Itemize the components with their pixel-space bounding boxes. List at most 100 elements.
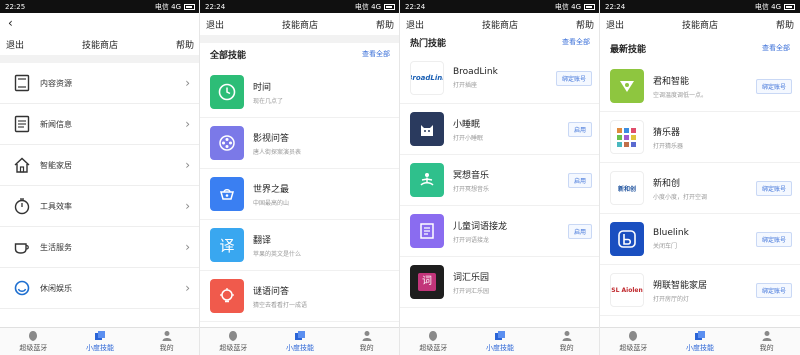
tab-label: 超级蓝牙 bbox=[19, 344, 48, 352]
tab-bluetooth[interactable]: 超级蓝牙 bbox=[0, 328, 67, 355]
skill-item[interactable]: 新和创 新和创 小度小度，打开空调 绑定账号 bbox=[600, 163, 800, 214]
tab-bluetooth[interactable]: 超级蓝牙 bbox=[400, 328, 467, 355]
divider bbox=[0, 55, 199, 63]
enable-button[interactable]: 启用 bbox=[567, 121, 592, 137]
exit-button[interactable]: 退出 bbox=[406, 18, 424, 31]
skill-item[interactable]: Bluelink 关闭车门 绑定账号 bbox=[600, 214, 800, 265]
bind-account-button[interactable]: 绑定账号 bbox=[755, 282, 792, 298]
category-item-content[interactable]: 内容资源 › bbox=[0, 63, 199, 104]
skill-item[interactable]: 时间 现在几点了 bbox=[200, 67, 399, 118]
skill-name: BroadLink bbox=[453, 67, 498, 77]
skill-desc: 打开插座 bbox=[453, 82, 478, 89]
skill-item[interactable]: 儿童词语接龙 打开词语接龙 启用 bbox=[400, 206, 599, 257]
film-reel-icon bbox=[210, 126, 244, 160]
category-list: 内容资源 › 新闻信息 › 智能家居 › 工具效率 › 生活服务 › 休闲娱乐 … bbox=[0, 63, 199, 309]
category-item-tools[interactable]: 工具效率 › bbox=[0, 186, 199, 227]
skill-desc: 打开猜乐器 bbox=[653, 142, 684, 150]
vocab-icon: 词 bbox=[410, 265, 444, 299]
cup-icon bbox=[12, 237, 32, 257]
status-time: 22:25 bbox=[5, 2, 26, 11]
bind-account-button[interactable]: 绑定账号 bbox=[555, 70, 592, 86]
category-label: 休闲娱乐 bbox=[40, 283, 72, 293]
skill-item[interactable]: 影视问答 唐人街探案演员表 bbox=[200, 118, 399, 169]
category-label: 新闻信息 bbox=[40, 119, 72, 129]
status-time: 22:24 bbox=[605, 2, 626, 11]
page-title: 技能商店 bbox=[481, 20, 518, 31]
vocab-icon-glyph: 词 bbox=[418, 273, 436, 291]
section-header: 最新技能 查看全部 bbox=[600, 37, 800, 59]
skills-icon bbox=[295, 331, 305, 340]
skill-desc: 小度小度，打开空调 bbox=[653, 193, 708, 201]
page-title: 技能商店 bbox=[81, 40, 118, 51]
status-time: 22:24 bbox=[405, 2, 426, 11]
skill-item[interactable]: 谜语问答 猜空去看看打一成语 bbox=[200, 271, 399, 322]
view-all-link[interactable]: 查看全部 bbox=[562, 37, 590, 47]
cat-icon bbox=[410, 112, 444, 146]
page-title: 技能商店 bbox=[281, 20, 318, 31]
bind-account-button[interactable]: 绑定账号 bbox=[755, 231, 792, 247]
section-title: 最新技能 bbox=[610, 44, 647, 55]
profile-icon bbox=[762, 331, 772, 341]
bluetooth-icon bbox=[29, 331, 38, 341]
skill-list: 君和智能 空调温度调低一点。 绑定账号 猜乐器 打开猜乐器 新和创 新和创 小度小度，… bbox=[600, 61, 800, 316]
bind-account-button[interactable]: 绑定账号 bbox=[755, 78, 792, 94]
tab-label: 我的 bbox=[559, 344, 574, 352]
category-label: 内容资源 bbox=[40, 78, 72, 88]
page-header: 退出 技能商店 帮助 bbox=[600, 13, 800, 35]
tab-bluetooth[interactable]: 超级蓝牙 bbox=[600, 328, 667, 355]
tab-skills[interactable]: 小度技能 bbox=[667, 328, 734, 355]
view-all-link[interactable]: 查看全部 bbox=[362, 49, 390, 59]
skill-name: 猜乐器 bbox=[653, 127, 681, 138]
skill-item[interactable]: 词 词汇乐园 打开词汇乐园 bbox=[400, 257, 599, 308]
bluetooth-icon bbox=[629, 331, 638, 341]
skill-name: 影视问答 bbox=[253, 133, 290, 144]
battery-icon bbox=[184, 3, 195, 10]
xinhechuang-logo-icon: 新和创 bbox=[610, 171, 644, 205]
tab-label: 超级蓝牙 bbox=[619, 344, 648, 352]
skill-desc: 打开冥想音乐 bbox=[453, 185, 490, 193]
view-all-link[interactable]: 查看全部 bbox=[762, 43, 790, 53]
category-item-smart-home[interactable]: 智能家居 › bbox=[0, 145, 199, 186]
tab-skills[interactable]: 小度技能 bbox=[67, 328, 134, 355]
skill-item[interactable]: 冥想音乐 打开冥想音乐 启用 bbox=[400, 155, 599, 206]
tab-skills[interactable]: 小度技能 bbox=[267, 328, 334, 355]
page-title: 技能商店 bbox=[681, 20, 718, 31]
help-button[interactable]: 帮助 bbox=[776, 18, 794, 31]
skill-item[interactable]: 译 翻译 苹果的英文是什么 bbox=[200, 220, 399, 271]
profile-icon bbox=[362, 331, 372, 341]
help-button[interactable]: 帮助 bbox=[576, 18, 594, 31]
enable-button[interactable]: 启用 bbox=[567, 172, 592, 188]
profile-icon bbox=[562, 331, 572, 341]
tab-skills[interactable]: 小度技能 bbox=[467, 328, 534, 355]
exit-button[interactable]: 退出 bbox=[6, 38, 24, 51]
tab-label: 我的 bbox=[359, 344, 374, 352]
tab-profile[interactable]: 我的 bbox=[133, 328, 199, 355]
tab-bluetooth[interactable]: 超级蓝牙 bbox=[200, 328, 267, 355]
skill-name: 小睡眠 bbox=[453, 119, 481, 130]
skill-item[interactable]: 猜乐器 打开猜乐器 bbox=[600, 112, 800, 163]
skill-item[interactable]: 君和智能 空调温度调低一点。 绑定账号 bbox=[600, 61, 800, 112]
bluelink-logo-icon bbox=[610, 222, 644, 256]
category-item-leisure[interactable]: 休闲娱乐 › bbox=[0, 268, 199, 309]
exit-button[interactable]: 退出 bbox=[206, 18, 224, 31]
skill-item[interactable]: BroadLink BroadLink 打开插座 绑定账号 bbox=[400, 53, 599, 104]
skill-item[interactable]: 世界之最 中国最高的山 bbox=[200, 169, 399, 220]
skill-item[interactable]: 小睡眠 打开小睡眠 启用 bbox=[400, 104, 599, 155]
skill-name: 君和智能 bbox=[653, 76, 690, 87]
enable-button[interactable]: 启用 bbox=[567, 223, 592, 239]
tab-profile[interactable]: 我的 bbox=[533, 328, 599, 355]
skill-item[interactable]: SL Aiolen 朔联智能家居 打开房厅的灯 绑定账号 bbox=[600, 265, 800, 316]
exit-button[interactable]: 退出 bbox=[606, 18, 624, 31]
bluetooth-icon bbox=[229, 331, 238, 341]
bind-account-button[interactable]: 绑定账号 bbox=[755, 180, 792, 196]
help-button[interactable]: 帮助 bbox=[176, 38, 194, 51]
status-bar: 22:24 电信 4G bbox=[600, 0, 800, 13]
category-item-news[interactable]: 新闻信息 › bbox=[0, 104, 199, 145]
help-button[interactable]: 帮助 bbox=[376, 18, 394, 31]
category-item-life[interactable]: 生活服务 › bbox=[0, 227, 199, 268]
skills-icon bbox=[495, 331, 505, 340]
skill-desc: 打开房厅的灯 bbox=[653, 295, 690, 303]
back-arrow-icon[interactable]: ‹ bbox=[0, 13, 199, 33]
tab-profile[interactable]: 我的 bbox=[733, 328, 800, 355]
tab-profile[interactable]: 我的 bbox=[333, 328, 399, 355]
